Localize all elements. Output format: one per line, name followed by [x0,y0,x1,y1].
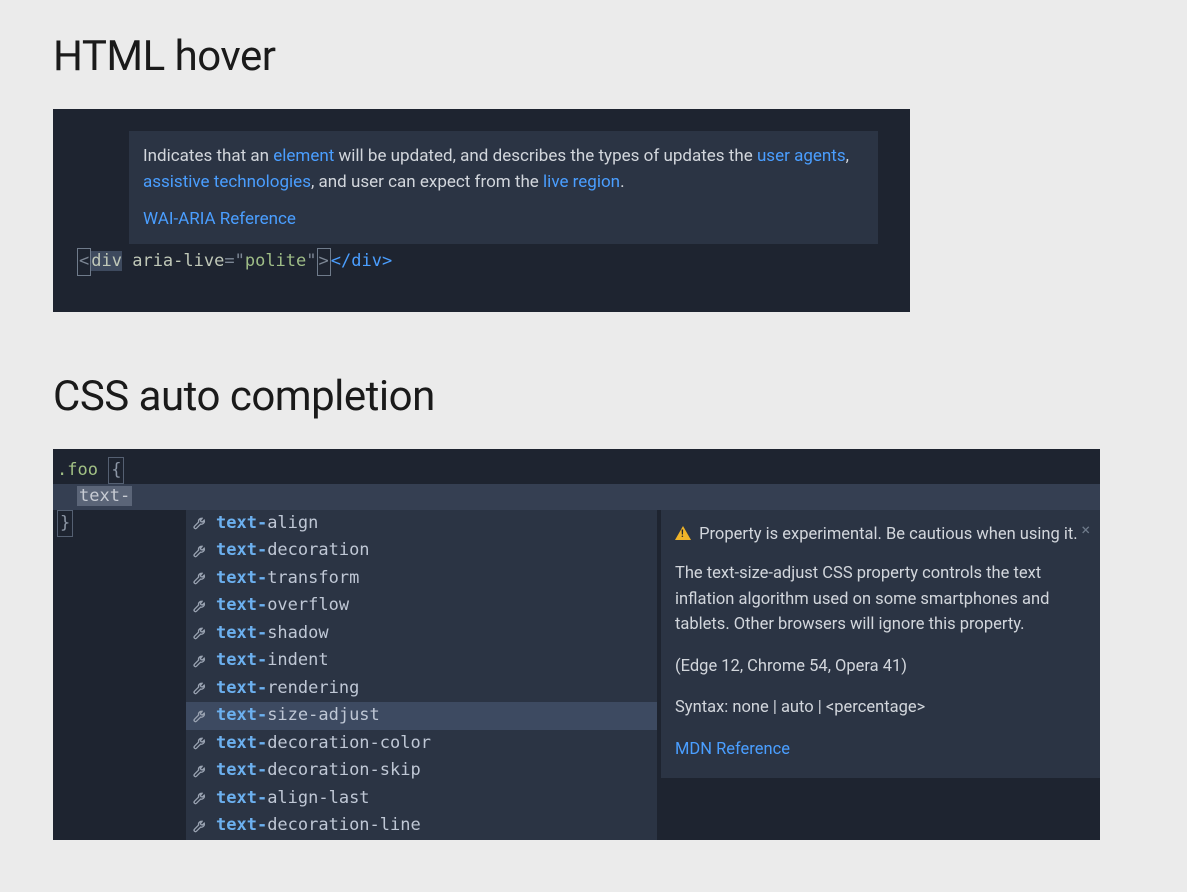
code-punct: > [317,248,331,276]
suggestion-list: text-aligntext-decorationtext-transformt… [186,510,657,840]
wrench-icon [192,790,208,806]
wrench-icon [192,653,208,669]
suggestion-item[interactable]: text-align [186,510,657,538]
css-autocomplete-panel: .foo { text- } text-aligntext-decoration… [53,449,1100,840]
suggestion-label: text-decoration-line [216,813,421,839]
wrench-icon [192,570,208,586]
wai-aria-reference-link[interactable]: WAI-ARIA Reference [143,206,296,232]
suggestion-item[interactable]: text-transform [186,565,657,593]
code-line[interactable]: <div aria-live="polite"></div> [77,248,886,276]
heading-css-autocomplete: CSS auto completion [53,372,1134,421]
suggestion-label: text-align-last [216,786,370,812]
code-quote: " [306,251,316,271]
close-icon[interactable]: × [1081,518,1090,543]
doc-description: The text-size-adjust CSS property contro… [675,561,1086,638]
wrench-icon [192,763,208,779]
hover-tooltip: Indicates that an element will be update… [129,131,878,244]
suggestion-label: text-size-adjust [216,703,380,729]
code-close-tag: </div> [331,251,392,271]
suggestion-item[interactable]: text-rendering [186,675,657,703]
code-punct: < [77,248,91,276]
mdn-reference-link[interactable]: MDN Reference [675,740,790,759]
code-attr: aria-live [132,251,224,271]
doc-support: (Edge 12, Chrome 54, Opera 41) [675,654,1086,680]
wrench-icon [192,543,208,559]
wrench-icon [192,735,208,751]
suggestion-item[interactable]: text-shadow [186,620,657,648]
documentation-panel: × Property is experimental. Be cautious … [661,510,1100,779]
hover-text: , [846,146,849,166]
code-quote: " [235,251,245,271]
hover-text: , and user can expect from the [311,172,543,192]
suggestion-item[interactable]: text-decoration-skip [186,757,657,785]
suggestion-item[interactable]: text-decoration-line [186,812,657,840]
code-tag: div [91,251,122,271]
wrench-icon [192,625,208,641]
suggestion-item[interactable]: text-size-adjust [186,702,657,730]
css-brace-close: } [57,510,73,538]
wrench-icon [192,818,208,834]
css-brace-open: { [108,457,124,485]
heading-html-hover: HTML hover [53,32,1134,81]
link-user-agents[interactable]: user agents [757,146,846,166]
suggestion-label: text-shadow [216,621,329,647]
suggestion-label: text-rendering [216,676,359,702]
code-line-active[interactable]: text- [53,484,1100,510]
wrench-icon [192,708,208,724]
html-hover-panel: Indicates that an element will be update… [53,109,910,312]
code-space [122,251,132,271]
hover-text: will be updated, and describes the types… [334,146,757,166]
suggestion-item[interactable]: text-align-last [186,785,657,813]
wrench-icon [192,515,208,531]
hover-text: . [620,172,624,192]
suggestion-label: text-decoration [216,538,370,564]
suggestion-label: text-transform [216,566,359,592]
warning-text: Property is experimental. Be cautious wh… [699,525,1078,544]
link-live-region[interactable]: live region [543,172,620,192]
suggestion-label: text-overflow [216,593,349,619]
warning-icon [675,526,691,540]
suggestion-item[interactable]: text-overflow [186,592,657,620]
code-string: polite [245,251,306,271]
suggestion-label: text-indent [216,648,329,674]
suggestion-item[interactable]: text-decoration [186,537,657,565]
css-selector: .foo [57,460,98,480]
suggestion-label: text-decoration-skip [216,758,421,784]
suggestion-item[interactable]: text-decoration-color [186,730,657,758]
hover-text: Indicates that an [143,146,273,166]
typed-text: text- [77,486,132,506]
wrench-icon [192,680,208,696]
suggestion-label: text-align [216,511,318,537]
doc-syntax: Syntax: none | auto | <percentage> [675,695,1086,721]
link-assistive-tech[interactable]: assistive technologies [143,172,311,192]
link-element[interactable]: element [273,146,334,166]
wrench-icon [192,598,208,614]
code-eq: = [224,251,234,271]
code-line[interactable]: } [53,510,186,546]
code-line[interactable]: .foo { [53,449,1100,485]
suggestion-label: text-decoration-color [216,731,431,757]
suggestion-item[interactable]: text-indent [186,647,657,675]
